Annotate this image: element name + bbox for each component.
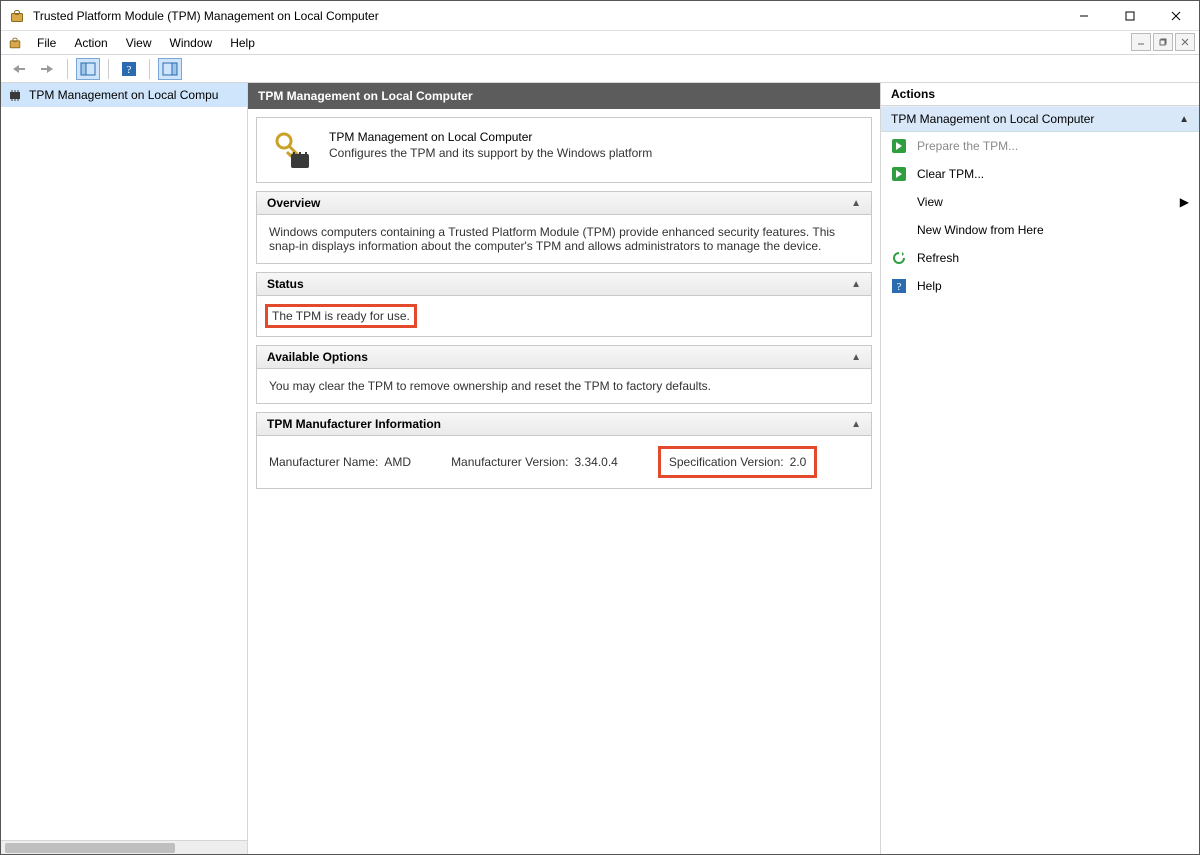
toolbar-separator — [67, 59, 68, 79]
manufacturer-version-value: 3.34.0.4 — [574, 455, 617, 469]
action-label: View — [917, 195, 943, 209]
spec-version-label: Specification Version: — [669, 455, 784, 469]
details-header: TPM Management on Local Computer — [248, 83, 880, 109]
key-chip-icon — [269, 128, 313, 172]
overview-title: Overview — [267, 196, 320, 210]
manufacturer-info-group: TPM Manufacturer Information ▲ Manufactu… — [256, 412, 872, 489]
menu-file[interactable]: File — [29, 33, 64, 53]
manufacturer-name-label: Manufacturer Name: — [269, 455, 378, 469]
action-clear-tpm[interactable]: Clear TPM... — [881, 160, 1199, 188]
console-tree-pane: TPM Management on Local Compu — [1, 83, 248, 854]
available-options-group: Available Options ▲ You may clear the TP… — [256, 345, 872, 404]
intro-title: TPM Management on Local Computer — [329, 130, 652, 144]
collapse-icon: ▲ — [851, 419, 861, 430]
title-bar: Trusted Platform Module (TPM) Management… — [1, 1, 1199, 31]
action-label: Refresh — [917, 251, 959, 265]
menu-bar: File Action View Window Help — [1, 31, 1199, 55]
help-icon: ? — [891, 278, 907, 294]
window-title: Trusted Platform Module (TPM) Management… — [33, 9, 379, 23]
action-refresh[interactable]: Refresh — [881, 244, 1199, 272]
action-label: Help — [917, 279, 942, 293]
actions-header: Actions — [881, 83, 1199, 106]
minimize-button[interactable] — [1061, 1, 1107, 30]
intro-description: Configures the TPM and its support by th… — [329, 146, 652, 160]
maximize-button[interactable] — [1107, 1, 1153, 30]
show-hide-console-tree-button[interactable] — [76, 58, 100, 80]
svg-text:?: ? — [897, 281, 902, 293]
refresh-icon — [891, 250, 907, 266]
action-label: New Window from Here — [917, 223, 1044, 237]
tree-root-tpm-management[interactable]: TPM Management on Local Compu — [1, 83, 247, 107]
status-title: Status — [267, 277, 304, 291]
overview-header[interactable]: Overview ▲ — [257, 192, 871, 215]
toolbar-separator — [108, 59, 109, 79]
action-label: Prepare the TPM... — [917, 139, 1018, 153]
collapse-icon: ▲ — [851, 198, 861, 209]
tpm-node-icon — [7, 87, 23, 103]
blank-icon — [891, 222, 907, 238]
svg-text:?: ? — [127, 64, 132, 76]
toolbar: ? — [1, 55, 1199, 83]
back-button[interactable] — [7, 58, 31, 80]
mdi-restore-button[interactable] — [1153, 33, 1173, 51]
actions-section-header[interactable]: TPM Management on Local Computer ▲ — [881, 106, 1199, 132]
available-options-header[interactable]: Available Options ▲ — [257, 346, 871, 369]
scrollbar-thumb[interactable] — [5, 843, 175, 853]
tree-root-label: TPM Management on Local Compu — [29, 88, 218, 102]
menu-action[interactable]: Action — [66, 33, 115, 53]
mdi-close-button[interactable] — [1175, 33, 1195, 51]
manufacturer-info-title: TPM Manufacturer Information — [267, 417, 441, 431]
menu-view[interactable]: View — [118, 33, 160, 53]
status-group: Status ▲ The TPM is ready for use. — [256, 272, 872, 337]
action-help[interactable]: ? Help — [881, 272, 1199, 300]
overview-body: Windows computers containing a Trusted P… — [257, 215, 871, 263]
collapse-icon: ▲ — [851, 279, 861, 290]
close-button[interactable] — [1153, 1, 1199, 30]
menu-window[interactable]: Window — [162, 33, 221, 53]
menu-help[interactable]: Help — [222, 33, 263, 53]
tpm-app-icon — [9, 8, 25, 24]
spec-version-highlight: Specification Version: 2.0 — [658, 446, 817, 478]
arrow-right-green-icon — [891, 138, 907, 154]
submenu-arrow-icon: ▶ — [1180, 195, 1189, 209]
details-pane: TPM Management on Local Computer — [248, 83, 881, 854]
help-button[interactable]: ? — [117, 58, 141, 80]
action-prepare-tpm[interactable]: Prepare the TPM... — [881, 132, 1199, 160]
action-view[interactable]: View ▶ — [881, 188, 1199, 216]
arrow-right-green-icon — [891, 166, 907, 182]
manufacturer-name-value: AMD — [384, 455, 411, 469]
blank-icon — [891, 194, 907, 210]
collapse-icon: ▲ — [851, 352, 861, 363]
action-label: Clear TPM... — [917, 167, 984, 181]
mdi-minimize-button[interactable] — [1131, 33, 1151, 51]
overview-group: Overview ▲ Windows computers containing … — [256, 191, 872, 264]
actions-pane: Actions TPM Management on Local Computer… — [881, 83, 1199, 854]
show-hide-action-pane-button[interactable] — [158, 58, 182, 80]
action-new-window[interactable]: New Window from Here — [881, 216, 1199, 244]
manufacturer-info-header[interactable]: TPM Manufacturer Information ▲ — [257, 413, 871, 436]
available-options-body: You may clear the TPM to remove ownershi… — [257, 369, 871, 403]
tpm-app-icon — [7, 35, 23, 51]
available-options-title: Available Options — [267, 350, 368, 364]
collapse-icon: ▲ — [1179, 114, 1189, 125]
horizontal-scrollbar[interactable] — [1, 840, 247, 854]
status-text: The TPM is ready for use. — [265, 304, 417, 328]
intro-panel: TPM Management on Local Computer Configu… — [256, 117, 872, 183]
toolbar-separator — [149, 59, 150, 79]
forward-button[interactable] — [35, 58, 59, 80]
manufacturer-version-label: Manufacturer Version: — [451, 455, 568, 469]
spec-version-value: 2.0 — [790, 455, 807, 469]
actions-section-title: TPM Management on Local Computer — [891, 112, 1094, 126]
status-header[interactable]: Status ▲ — [257, 273, 871, 296]
